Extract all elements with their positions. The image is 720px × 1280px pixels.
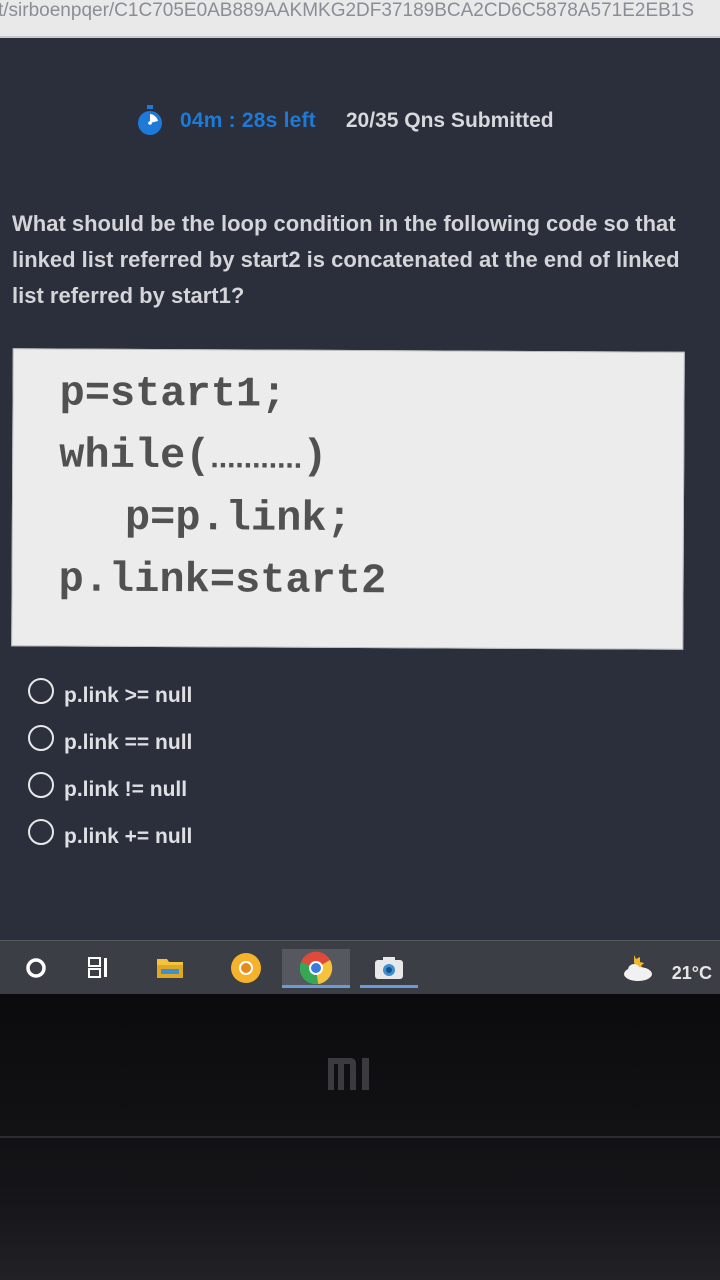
temperature: 21°C (671, 963, 712, 983)
code-blank-dots: ........... (210, 441, 303, 475)
option-label: p.link += null (64, 824, 193, 848)
partly-cloudy-icon[interactable] (618, 949, 658, 987)
option-label: p.link >= null (64, 683, 193, 707)
test-header: 04m : 28s left 20/35 Qns Submitted (136, 104, 554, 138)
radio-button[interactable] (28, 818, 54, 845)
question-text: What should be the loop condition in the… (12, 211, 680, 308)
option-1[interactable]: p.link >= null (28, 672, 192, 719)
option-label: p.link != null (64, 777, 188, 801)
option-label: p.link == null (64, 730, 193, 754)
task-view-icon[interactable] (80, 949, 120, 987)
code-line-2: while(...........) (59, 431, 327, 480)
questions-submitted: 20/35 Qns Submitted (345, 109, 554, 132)
file-explorer-icon[interactable] (150, 949, 190, 987)
stopwatch-icon (136, 105, 164, 137)
option-3[interactable]: p.link != null (28, 766, 192, 813)
taskbar: 21°C (0, 940, 720, 994)
start-circle-icon[interactable] (20, 949, 52, 987)
code-line-3: p=p.link; (124, 493, 352, 544)
chrome-canary-icon[interactable] (224, 949, 268, 987)
option-2[interactable]: p.link == null (28, 719, 192, 766)
camera-icon[interactable] (360, 949, 418, 988)
radio-button[interactable] (28, 677, 54, 704)
answer-options: p.link >= null p.link == null p.link != … (28, 672, 192, 860)
mi-logo (326, 1054, 382, 1094)
code-close-paren: ) (302, 432, 328, 481)
code-line-1: p=start1; (59, 369, 287, 419)
time-left: 04m : 28s left (180, 109, 316, 132)
address-bar-url: t/sirboenpqer/C1C705E0AB889AAKMKG2DF3718… (0, 0, 695, 21)
code-while-keyword: while( (59, 431, 211, 481)
radio-button[interactable] (28, 724, 54, 751)
radio-button[interactable] (28, 771, 54, 798)
monitor-screen: t/sirboenpqer/C1C705E0AB889AAKMKG2DF3718… (0, 0, 720, 1280)
bezel-divider (0, 1136, 720, 1138)
code-line-4: p.link=start2 (58, 555, 387, 606)
option-4[interactable]: p.link += null (28, 813, 192, 860)
chrome-icon[interactable] (282, 949, 350, 988)
test-page: 04m : 28s left 20/35 Qns Submitted What … (0, 38, 720, 940)
address-bar[interactable]: t/sirboenpqer/C1C705E0AB889AAKMKG2DF3718… (0, 0, 720, 38)
code-snippet: p=start1; while(...........) p=p.link; p… (11, 348, 685, 650)
